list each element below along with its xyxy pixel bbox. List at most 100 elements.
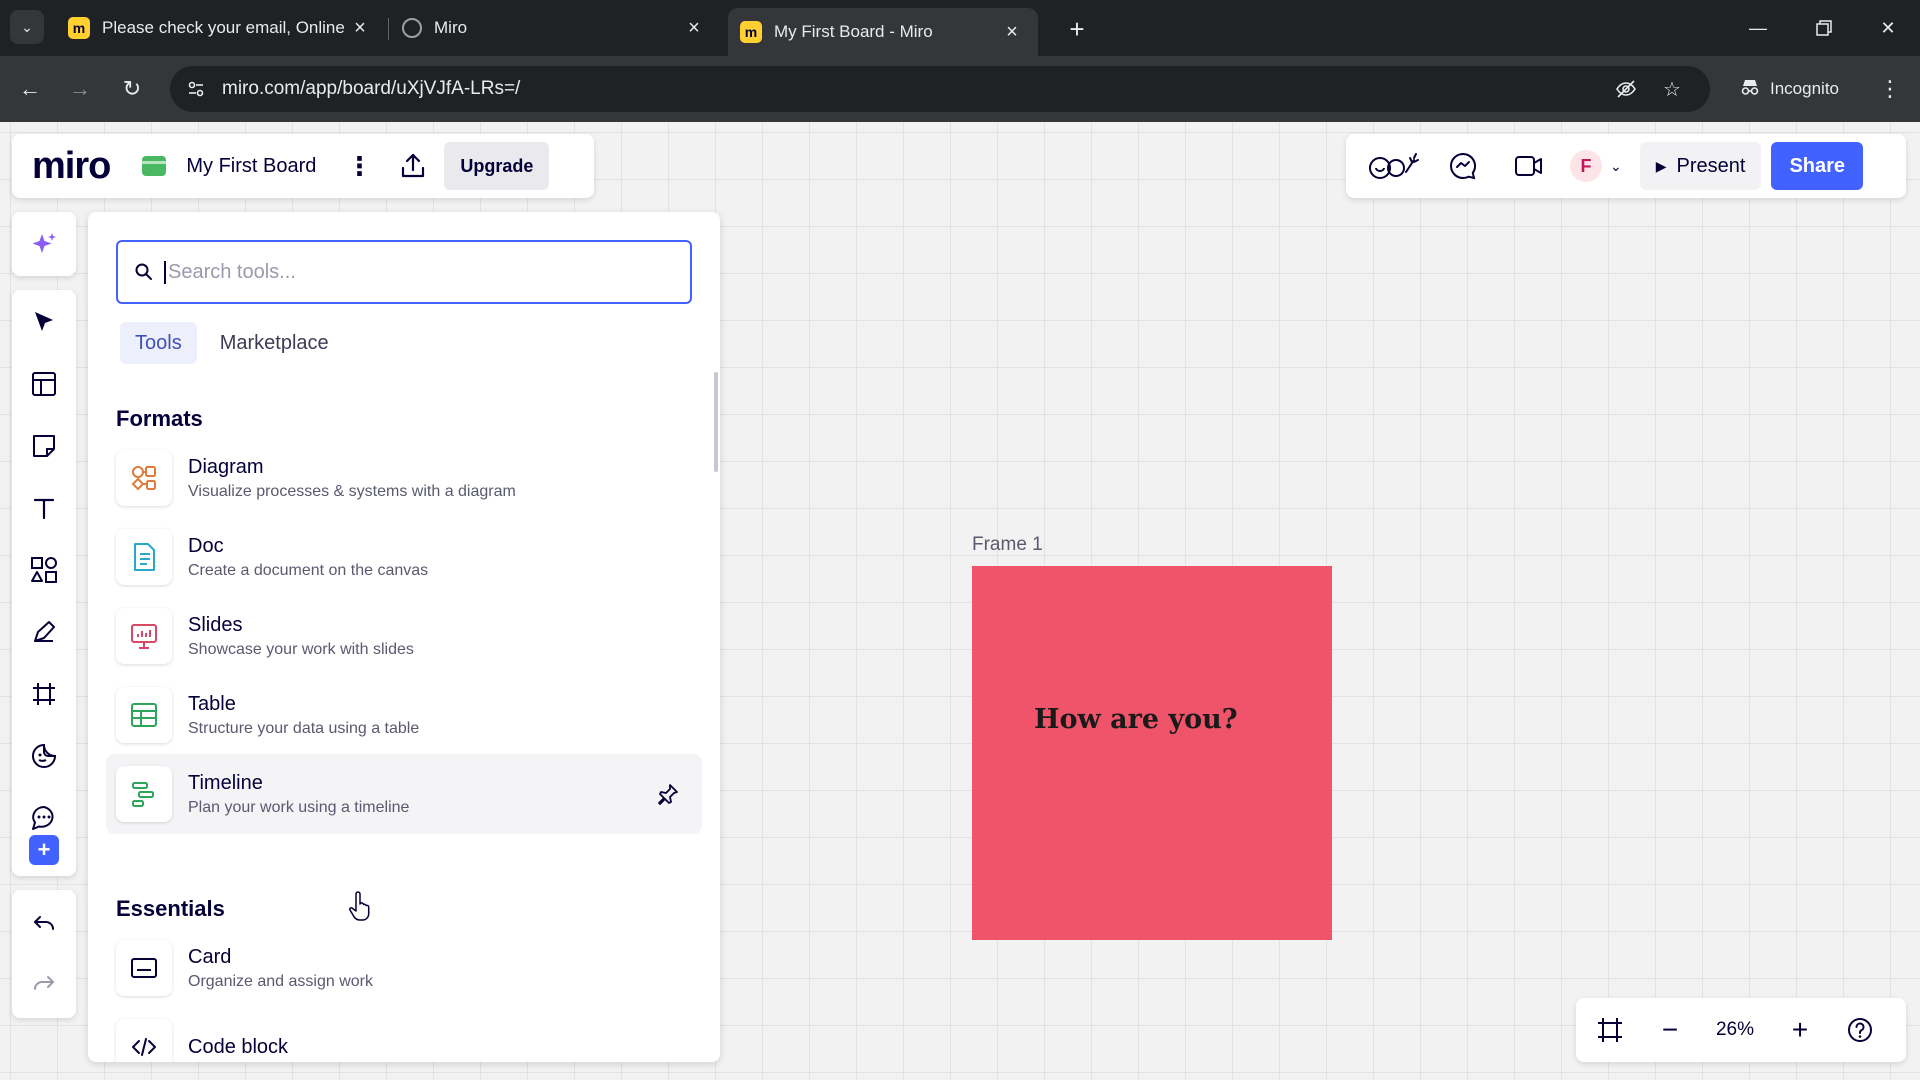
undo-icon[interactable]	[20, 900, 68, 948]
collaboration-bar: F ⌄ ▶ Present Share	[1346, 134, 1906, 198]
card-icon	[116, 940, 172, 996]
tools-panel: Tools Marketplace Formats Diagram Visual…	[88, 212, 720, 1062]
tab-title: Miro	[434, 18, 468, 37]
tool-name: Card	[188, 945, 232, 968]
zoom-controls: − 26% +	[1576, 998, 1906, 1062]
section-title-formats: Formats	[116, 406, 203, 431]
frame-1[interactable]: How are you?	[972, 566, 1332, 940]
fit-to-screen-icon[interactable]	[1586, 1006, 1634, 1054]
restore-icon[interactable]	[1804, 10, 1844, 46]
tool-name: Code block	[188, 1035, 289, 1058]
tool-item-card[interactable]: Card Organize and assign work	[106, 928, 702, 1008]
browser-tab-miro[interactable]: Miro ×	[390, 8, 720, 48]
tool-item-code-block[interactable]: Code block	[106, 1007, 702, 1062]
video-call-icon[interactable]	[1504, 144, 1554, 188]
panel-scrollbar[interactable]	[714, 372, 718, 472]
tool-description: Showcase your work with slides	[188, 640, 414, 658]
ai-sparkle-icon[interactable]	[20, 220, 68, 268]
browser-tab-board[interactable]: m My First Board - Miro ×	[728, 8, 1038, 56]
close-tab-icon[interactable]: ×	[682, 16, 706, 40]
tool-item-diagram[interactable]: Diagram Visualize processes & systems wi…	[106, 438, 702, 518]
browser-menu-icon[interactable]: ⋮	[1874, 73, 1906, 105]
incognito-label: Incognito	[1770, 79, 1839, 98]
minimize-icon[interactable]: —	[1738, 10, 1778, 46]
bookmark-star-icon[interactable]: ☆	[1656, 73, 1688, 105]
tools-group: +	[12, 290, 76, 876]
templates-icon[interactable]	[20, 360, 68, 408]
close-tab-icon[interactable]: ×	[1000, 20, 1024, 44]
board-icon	[142, 156, 167, 176]
frame-text[interactable]: How are you?	[1034, 704, 1238, 735]
text-tool-icon[interactable]	[20, 484, 68, 532]
sticky-note-icon[interactable]	[20, 422, 68, 470]
close-window-icon[interactable]: ✕	[1868, 10, 1908, 46]
help-icon[interactable]	[1836, 1006, 1884, 1054]
tool-name: Doc	[188, 534, 224, 557]
present-button[interactable]: ▶ Present	[1639, 142, 1762, 190]
shapes-icon[interactable]	[20, 546, 68, 594]
present-label: Present	[1676, 154, 1746, 177]
code-block-icon	[116, 1019, 172, 1062]
miro-icon: m	[68, 17, 90, 39]
share-button[interactable]: Share	[1771, 142, 1864, 190]
tool-item-timeline[interactable]: Timeline Plan your work using a timeline	[106, 754, 702, 834]
pin-icon[interactable]	[656, 782, 680, 806]
back-icon[interactable]: ←	[14, 73, 46, 105]
reactions-icon[interactable]	[1364, 144, 1428, 188]
browser-toolbar: ← → ↻ miro.com/app/board/uXjVJfA-LRs=/ ☆…	[0, 56, 1920, 122]
chevron-down-icon[interactable]: ⌄	[1610, 158, 1622, 175]
board-title[interactable]: My First Board	[186, 155, 316, 178]
doc-icon	[116, 529, 172, 585]
tool-item-table[interactable]: Table Structure your data using a table	[106, 675, 702, 755]
tab-separator	[388, 18, 389, 40]
tool-item-doc[interactable]: Doc Create a document on the canvas	[106, 517, 702, 597]
zoom-level[interactable]: 26%	[1694, 1019, 1776, 1041]
reload-icon[interactable]: ↻	[116, 73, 148, 105]
miro-logo[interactable]: miro	[32, 145, 111, 188]
eye-off-icon[interactable]	[1610, 73, 1642, 105]
chat-icon[interactable]	[1438, 144, 1488, 188]
tool-description: Create a document on the canvas	[188, 561, 429, 579]
user-avatar[interactable]: F	[1570, 150, 1602, 182]
select-cursor-icon[interactable]	[20, 298, 68, 346]
history-group	[12, 890, 76, 1018]
frame-tool-icon[interactable]	[20, 670, 68, 718]
more-tools-button[interactable]: +	[29, 835, 59, 865]
zoom-out-icon[interactable]: −	[1646, 1006, 1694, 1054]
board-menu-icon[interactable]: ⋮	[346, 151, 372, 182]
frame-label[interactable]: Frame 1	[972, 534, 1043, 556]
search-input[interactable]	[164, 260, 664, 284]
pen-icon[interactable]	[20, 608, 68, 656]
timeline-icon	[116, 766, 172, 822]
tab-marketplace[interactable]: Marketplace	[205, 322, 344, 364]
browser-tab-email[interactable]: m Please check your email, Online ×	[56, 8, 386, 48]
tool-name: Slides	[188, 613, 243, 636]
play-icon: ▶	[1655, 157, 1667, 174]
section-title-essentials: Essentials	[116, 896, 225, 921]
tool-name: Table	[188, 692, 236, 715]
redo-icon[interactable]	[20, 960, 68, 1008]
search-field[interactable]	[116, 240, 692, 304]
tool-description: Visualize processes & systems with a dia…	[188, 482, 516, 500]
site-info-icon[interactable]	[180, 73, 212, 105]
new-tab-button[interactable]: +	[1062, 14, 1092, 44]
zoom-in-icon[interactable]: +	[1776, 1006, 1824, 1054]
board-canvas[interactable]: miro My First Board ⋮ Upgrade F ⌄ ▶ Pres…	[0, 122, 1920, 1080]
tab-title: Please check your email, Online	[102, 18, 345, 37]
ai-group	[12, 212, 76, 276]
export-icon[interactable]	[396, 149, 430, 183]
board-header: miro My First Board ⋮ Upgrade	[12, 134, 594, 198]
close-tab-icon[interactable]: ×	[348, 16, 372, 40]
upgrade-button[interactable]: Upgrade	[444, 142, 550, 190]
panel-tabs: Tools Marketplace	[120, 322, 352, 364]
tab-tools[interactable]: Tools	[120, 322, 197, 364]
forward-icon[interactable]: →	[64, 73, 96, 105]
tool-name: Diagram	[188, 455, 264, 478]
tool-item-slides[interactable]: Slides Showcase your work with slides	[106, 596, 702, 676]
diagram-icon	[116, 450, 172, 506]
stickers-icon[interactable]	[20, 732, 68, 780]
address-bar[interactable]: miro.com/app/board/uXjVJfA-LRs=/	[170, 66, 1710, 112]
tab-search-button[interactable]: ⌄	[10, 10, 44, 44]
incognito-indicator[interactable]: Incognito	[1726, 66, 1857, 112]
tool-description: Structure your data using a table	[188, 719, 420, 737]
